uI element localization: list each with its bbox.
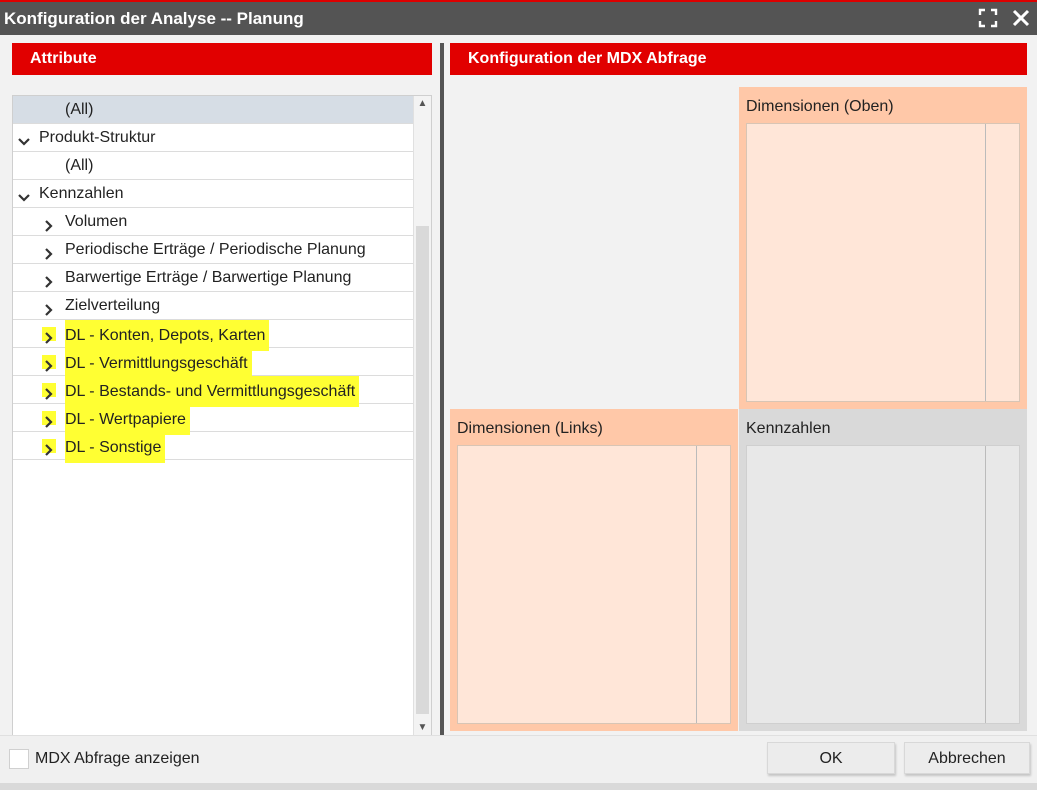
tree-row-label: Volumen bbox=[65, 213, 128, 230]
tree-row-label: DL - Konten, Depots, Karten bbox=[65, 320, 270, 351]
chevron-down-icon[interactable] bbox=[17, 131, 31, 146]
dialog-body: Attribute (All) Produkt-Struktur (All) Kenn… bbox=[0, 35, 1037, 737]
chevron-right-icon[interactable] bbox=[42, 439, 56, 456]
mdx-config-panel: Konfiguration der MDX Abfrage Dimensione… bbox=[450, 43, 1027, 733]
window-title: Konfiguration der Analyse -- Planung bbox=[4, 9, 304, 28]
tree-row[interactable]: Produkt-Struktur bbox=[13, 124, 431, 152]
zone-dimensions-left-label: Dimensionen (Links) bbox=[457, 420, 603, 437]
chevron-right-icon[interactable] bbox=[42, 215, 56, 232]
tree-row[interactable]: DL - Bestands- und Vermittlungsgeschäft bbox=[13, 376, 431, 407]
chevron-right-icon[interactable] bbox=[42, 327, 56, 344]
attribute-panel-header: Attribute bbox=[12, 43, 432, 75]
panel-splitter[interactable] bbox=[440, 43, 444, 735]
zone-dimensions-left-scrollbar[interactable] bbox=[696, 446, 730, 723]
zone-measures-label: Kennzahlen bbox=[746, 420, 831, 437]
chevron-right-icon[interactable] bbox=[42, 383, 56, 400]
tree-row[interactable]: DL - Konten, Depots, Karten bbox=[13, 320, 431, 351]
tree-row-label: (All) bbox=[65, 101, 94, 118]
dialog-footer: MDX Abfrage anzeigen OK Abbrechen bbox=[0, 735, 1037, 784]
chevron-right-icon[interactable] bbox=[42, 271, 56, 288]
tree-row-label: DL - Sonstige bbox=[65, 432, 166, 463]
ok-button[interactable]: OK bbox=[767, 742, 895, 774]
scroll-up-icon[interactable]: ▲ bbox=[414, 96, 431, 112]
tree-row[interactable]: Zielverteilung bbox=[13, 292, 431, 320]
zone-dimensions-top-scrollbar[interactable] bbox=[985, 124, 1019, 401]
tree-row-label: DL - Wertpapiere bbox=[65, 404, 190, 435]
tree-scrollbar[interactable]: ▲ ▼ bbox=[413, 96, 431, 736]
scroll-down-icon[interactable]: ▼ bbox=[414, 720, 431, 736]
zone-dimensions-top-label: Dimensionen (Oben) bbox=[746, 98, 894, 115]
tree-row-label: Zielverteilung bbox=[65, 297, 161, 314]
attribute-panel: Attribute (All) Produkt-Struktur (All) Kenn… bbox=[12, 43, 432, 737]
zone-measures-scrollbar[interactable] bbox=[985, 446, 1019, 723]
zone-dimensions-left-list[interactable] bbox=[457, 445, 731, 724]
chevron-right-icon[interactable] bbox=[42, 411, 56, 428]
chevron-down-icon[interactable] bbox=[17, 187, 31, 202]
tree-row-label: DL - Bestands- und Vermittlungsgeschäft bbox=[65, 376, 360, 407]
tree-row-label: (All) bbox=[65, 157, 94, 174]
zone-measures[interactable]: Kennzahlen bbox=[739, 409, 1027, 731]
tree-row[interactable]: Periodische Erträge / Periodische Planun… bbox=[13, 236, 431, 264]
tree-row[interactable]: DL - Vermittlungsgeschäft bbox=[13, 348, 431, 379]
tree-row-label: Periodische Erträge / Periodische Planun… bbox=[65, 241, 366, 258]
zone-dimensions-top-list[interactable] bbox=[746, 123, 1020, 402]
chevron-right-icon[interactable] bbox=[42, 299, 56, 316]
cancel-button[interactable]: Abbrechen bbox=[904, 742, 1030, 774]
tree-row[interactable]: Kennzahlen bbox=[13, 180, 431, 208]
mdx-query-checkbox[interactable] bbox=[9, 749, 29, 769]
scrollbar-thumb[interactable] bbox=[416, 226, 429, 714]
tree-row[interactable]: (All) bbox=[13, 152, 431, 180]
mdx-query-checkbox-label[interactable]: MDX Abfrage anzeigen bbox=[35, 750, 200, 768]
zone-dimensions-top[interactable]: Dimensionen (Oben) bbox=[739, 87, 1027, 409]
tree-row-label: Barwertige Erträge / Barwertige Planung bbox=[65, 269, 352, 286]
tree-row-label: Kennzahlen bbox=[39, 185, 124, 202]
attribute-tree[interactable]: (All) Produkt-Struktur (All) Kennzahlen Volu… bbox=[12, 95, 432, 737]
maximize-icon-graphic bbox=[978, 8, 998, 28]
chevron-right-icon[interactable] bbox=[42, 355, 56, 372]
tree-row[interactable]: Barwertige Erträge / Barwertige Planung bbox=[13, 264, 431, 292]
tree-row[interactable]: DL - Wertpapiere bbox=[13, 404, 431, 435]
close-icon[interactable] bbox=[1011, 8, 1031, 28]
zone-measures-list[interactable] bbox=[746, 445, 1020, 724]
window-bottom-edge bbox=[0, 783, 1037, 790]
tree-row-label: DL - Vermittlungsgeschäft bbox=[65, 348, 252, 379]
zone-dimensions-left[interactable]: Dimensionen (Links) bbox=[450, 409, 738, 731]
tree-row-label: Produkt-Struktur bbox=[39, 129, 156, 146]
tree-row[interactable]: Volumen bbox=[13, 208, 431, 236]
tree-row[interactable]: DL - Sonstige bbox=[13, 432, 431, 463]
mdx-config-header: Konfiguration der MDX Abfrage bbox=[450, 43, 1027, 75]
maximize-icon[interactable] bbox=[978, 8, 998, 28]
tree-row[interactable]: (All) bbox=[13, 96, 431, 124]
tree-rows: (All) Produkt-Struktur (All) Kennzahlen Volu… bbox=[13, 96, 431, 463]
chevron-right-icon[interactable] bbox=[42, 243, 56, 260]
title-bar: Konfiguration der Analyse -- Planung bbox=[0, 0, 1037, 35]
close-icon-graphic bbox=[1012, 9, 1030, 27]
